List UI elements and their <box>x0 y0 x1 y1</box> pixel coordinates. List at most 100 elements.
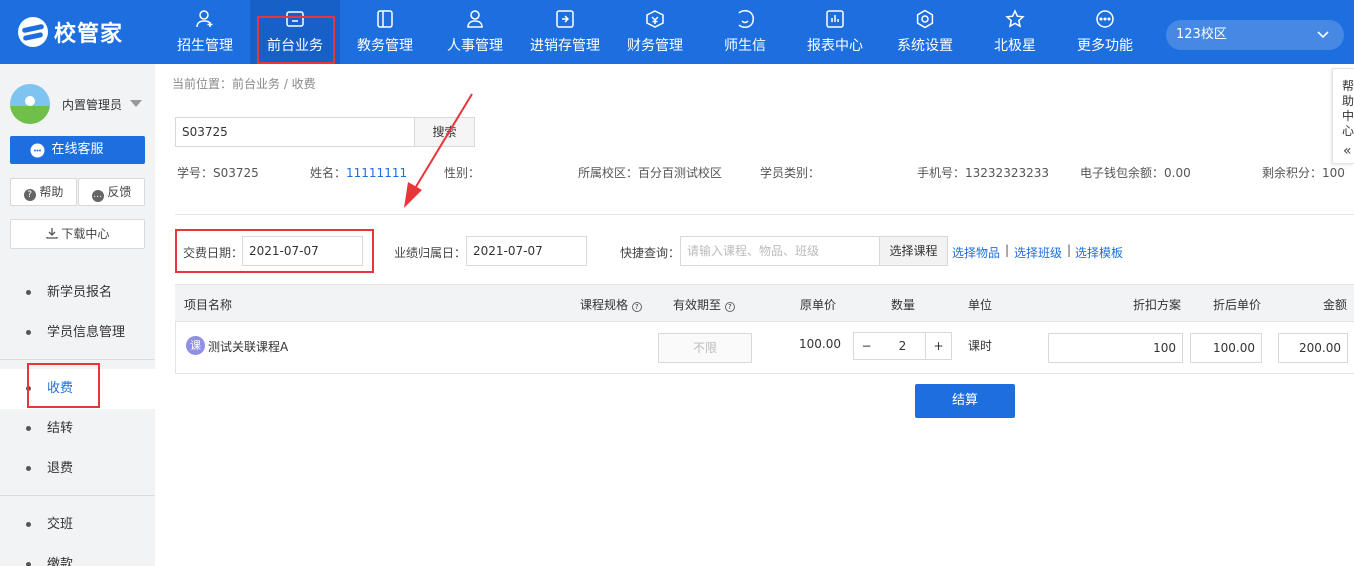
info-icon: ? <box>631 302 642 312</box>
sidebar-item-student-info[interactable]: 学员信息管理 <box>0 313 155 353</box>
nav-label: 教务管理 <box>357 38 413 54</box>
star-icon <box>1005 9 1025 28</box>
campus-label: 123校区 <box>1176 27 1227 42</box>
bullet-icon <box>26 522 31 527</box>
annotation-arrow-icon <box>404 93 473 208</box>
wallet-balance: 电子钱包余额：0.00 <box>1080 166 1191 180</box>
performance-date-input[interactable]: 2021-07-07 <box>466 236 587 266</box>
nav-label: 人事管理 <box>447 38 503 54</box>
th-amount: 金额 <box>1323 298 1348 312</box>
download-center-label: 下载中心 <box>61 227 110 241</box>
help-label: 帮助 <box>39 185 64 199</box>
more-icon <box>1096 10 1114 28</box>
row-amount-input[interactable]: 200.00 <box>1278 333 1348 363</box>
settings-icon <box>916 9 934 29</box>
nav-item-inventory[interactable]: 进销存管理 <box>520 0 610 64</box>
nav-label: 师生信 <box>724 38 766 54</box>
help-center-panel[interactable]: 帮助中心 « <box>1332 68 1354 164</box>
quantity-input[interactable]: 2 <box>879 332 926 360</box>
online-service-button[interactable]: 在线客服 <box>10 136 145 164</box>
sidebar-item-carry-over[interactable]: 结转 <box>0 409 155 449</box>
highlight-box-pay-date <box>175 229 374 273</box>
report-icon <box>826 10 844 28</box>
link-separator: | <box>1005 243 1010 257</box>
collapse-icon[interactable]: « <box>1343 143 1352 159</box>
th-validity: 有效期至 ? <box>673 296 735 313</box>
highlight-box-nav <box>257 16 335 64</box>
student-type: 学员类别： <box>760 166 821 180</box>
th-unit: 单位 <box>968 298 993 312</box>
top-nav-bar: 校管家 招生管理 前台业务 教务管理 人事管理 进销存管理 财务管理 师生信 报… <box>0 0 1354 64</box>
nav-label: 更多功能 <box>1077 38 1133 54</box>
select-template-link[interactable]: 选择模板 <box>1075 244 1123 261</box>
sidebar: 内置管理员 在线客服 ? 帮助 … 反馈 下载中心 新学员报名 学员信息管理 收… <box>0 64 155 566</box>
quantity-decrease-button[interactable]: − <box>853 332 880 360</box>
select-course-button[interactable]: 选择课程 <box>879 236 948 266</box>
nav-item-messages[interactable]: 师生信 <box>700 0 790 64</box>
row-discount-input[interactable]: 100 <box>1048 333 1183 363</box>
student-name-link[interactable]: 11111111 <box>346 166 407 180</box>
help-button[interactable]: ? 帮助 <box>10 178 77 206</box>
settle-button[interactable]: 结算 <box>915 384 1015 418</box>
nav-label: 招生管理 <box>177 38 233 54</box>
download-center-button[interactable]: 下载中心 <box>10 219 145 249</box>
remaining-points: 剩余积分：1007 <box>1262 166 1346 180</box>
nav-item-hr[interactable]: 人事管理 <box>430 0 520 64</box>
sidebar-divider <box>0 359 155 360</box>
th-course-spec: 课程规格 ? <box>580 296 642 313</box>
person-icon <box>467 10 483 28</box>
feedback-button[interactable]: … 反馈 <box>78 178 145 206</box>
logo-icon <box>18 17 48 47</box>
student-name: 姓名：11111111 <box>310 166 408 180</box>
user-add-icon <box>196 10 213 28</box>
minus-icon: − <box>861 339 872 353</box>
row-item-name: 测试关联课程A <box>208 340 289 354</box>
nav-item-academic[interactable]: 教务管理 <box>340 0 430 64</box>
finance-icon <box>646 10 664 28</box>
performance-date-label: 业绩归属日： <box>394 246 467 260</box>
student-campus: 所属校区：百分百测试校区 <box>578 166 723 180</box>
quantity-increase-button[interactable]: + <box>925 332 952 360</box>
student-search-input[interactable]: S03725 <box>175 117 415 147</box>
nav-item-enrollment[interactable]: 招生管理 <box>160 0 250 64</box>
user-menu[interactable]: 内置管理员 <box>10 84 150 124</box>
th-quantity: 数量 <box>891 298 916 312</box>
logo[interactable]: 校管家 <box>18 15 123 49</box>
username: 内置管理员 <box>62 98 123 112</box>
feedback-icon: … <box>91 190 104 202</box>
sidebar-divider <box>0 495 155 496</box>
bullet-icon <box>26 290 31 295</box>
campus-selector[interactable]: 123校区 <box>1166 20 1344 50</box>
sidebar-item-label: 退费 <box>47 461 74 476</box>
nav-item-settings[interactable]: 系统设置 <box>880 0 970 64</box>
select-goods-link[interactable]: 选择物品 <box>952 244 1000 261</box>
sidebar-item-payment[interactable]: 缴款 <box>0 545 155 566</box>
chevron-down-icon <box>1317 31 1329 39</box>
sidebar-item-new-enrollment[interactable]: 新学员报名 <box>0 273 155 313</box>
breadcrumb: 当前位置：前台业务 / 收费 <box>172 77 316 91</box>
sidebar-item-label: 交班 <box>47 517 74 532</box>
nav-item-polaris[interactable]: 北极星 <box>970 0 1060 64</box>
nav-item-more[interactable]: 更多功能 <box>1060 0 1150 64</box>
help-icon: ? <box>23 189 36 201</box>
sidebar-item-shift[interactable]: 交班 <box>0 505 155 545</box>
row-validity-input[interactable]: 不限 <box>658 333 752 363</box>
nav-item-reports[interactable]: 报表中心 <box>790 0 880 64</box>
caret-down-icon <box>130 100 142 107</box>
select-class-link[interactable]: 选择班级 <box>1014 244 1062 261</box>
th-item-name: 项目名称 <box>184 298 233 312</box>
bullet-icon <box>26 330 31 335</box>
logo-text: 校管家 <box>54 22 124 47</box>
bullet-icon <box>26 562 31 566</box>
book-icon <box>377 10 393 28</box>
nav-label: 财务管理 <box>627 38 683 54</box>
row-discount-price-input[interactable]: 100.00 <box>1190 333 1262 363</box>
nav-item-finance[interactable]: 财务管理 <box>610 0 700 64</box>
sidebar-item-refund[interactable]: 退费 <box>0 449 155 489</box>
nav-label: 系统设置 <box>897 38 953 54</box>
sidebar-item-label: 学员信息管理 <box>47 325 126 340</box>
row-original-price: 100.00 <box>799 337 841 351</box>
th-original-price: 原单价 <box>800 298 837 312</box>
sidebar-item-label: 缴款 <box>47 557 74 566</box>
quick-search-input[interactable]: 请输入课程、物品、班级 <box>680 236 880 266</box>
